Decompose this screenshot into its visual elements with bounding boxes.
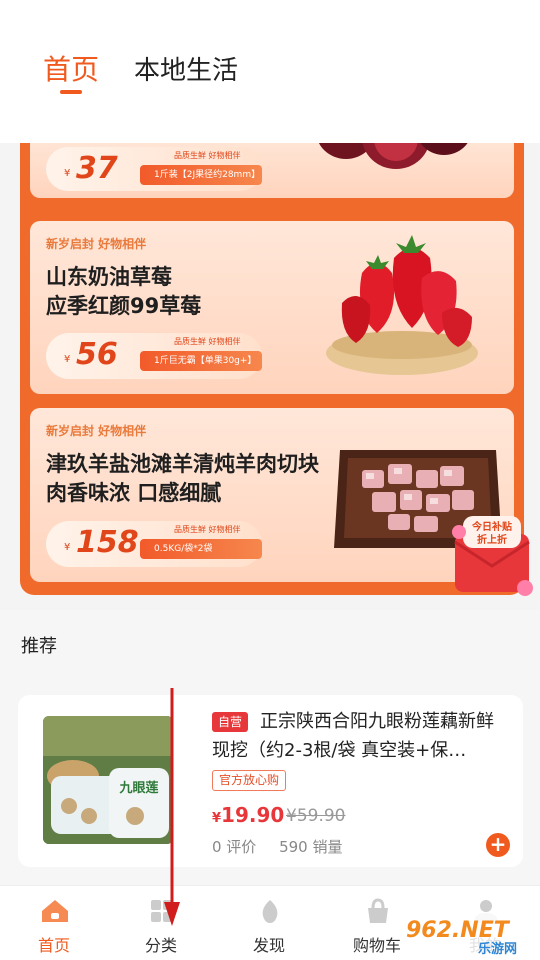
site-watermark: 962.NET 乐游网 (400, 913, 540, 957)
price-pill: ¥ 56 品质生鲜 好物相伴 1斤巨无霸【单果30g+】 (46, 333, 262, 379)
top-header: 首页 本地生活 (0, 0, 540, 143)
spec-label: 1斤装【2J果径约28mm】 (140, 165, 262, 185)
lotus-root-icon: 九眼莲 (43, 716, 173, 844)
product-stats: 0 评价 590 销量 (212, 836, 361, 857)
sticker-line2: 折上折 (477, 533, 507, 546)
quality-tag: 品质生鲜 好物相伴 (174, 525, 241, 534)
promo-title: 山东奶油草莓 应季红颜99草莓 (46, 263, 201, 321)
price-pill: ¥ 158 品质生鲜 好物相伴 0.5KG/袋*2袋 (46, 521, 262, 567)
promo-card-strawberry[interactable]: 新岁启封 好物相伴 山东奶油草莓 应季红颜99草莓 ¥ 56 品质生鲜 好物相伴… (30, 221, 514, 394)
promo-price: 37 (76, 151, 118, 186)
product-price: ¥19.90 (212, 803, 284, 827)
product-name[interactable]: 正宗陕西合阳九眼粉莲藕新鲜现挖（约2-3根/袋 真空装+保… (212, 707, 502, 765)
price-value: 19.90 (221, 803, 285, 827)
watermark-sub: 乐游网 (478, 941, 517, 957)
promo-price: 56 (76, 337, 118, 372)
thumb-label: 九眼莲 (118, 780, 158, 796)
pointer-arrow (164, 688, 180, 926)
tab-home[interactable]: 首页 (43, 48, 99, 94)
tab-local-life[interactable]: 本地生活 (134, 50, 238, 87)
nav-label: 分类 (144, 936, 177, 955)
promo-card-mutton[interactable]: 新岁启封 好物相伴 津玖羊盐池滩羊清炖羊肉切块 肉香味浓 口感细腻 ¥ 158 … (30, 408, 514, 582)
spec-label: 1斤巨无霸【单果30g+】 (140, 351, 262, 371)
self-operated-badge: 自营 (212, 712, 249, 732)
review-count: 0 评价 (212, 838, 257, 856)
spec-label: 0.5KG/袋*2袋 (140, 539, 262, 559)
quality-tag: 品质生鲜 好物相伴 (174, 151, 241, 160)
nav-label: 发现 (252, 936, 285, 955)
cart-icon (368, 898, 388, 923)
plum-icon (318, 143, 468, 169)
sales-count: 590 销量 (279, 838, 343, 856)
strawberry-icon (326, 235, 478, 375)
nav-discover[interactable]: 发现 (219, 886, 319, 960)
quality-tag: 品质生鲜 好物相伴 (174, 337, 241, 346)
product-card[interactable]: 九眼莲 正宗陕西合阳九眼粉莲藕新鲜现挖（约2-3根/袋 真空装+保… 自营 官方… (18, 695, 523, 867)
promo-price: 158 (76, 525, 139, 560)
original-price: ¥59.90 (286, 806, 346, 826)
promo-title-line1: 山东奶油草莓 (46, 265, 172, 289)
discover-icon (262, 900, 278, 923)
nav-label: 首页 (37, 936, 70, 955)
home-icon (42, 900, 68, 922)
promo-title: 津玖羊盐池滩羊清炖羊肉切块 肉香味浓 口感细腻 (46, 450, 319, 508)
watermark-text: 962.NET (406, 918, 511, 943)
currency-symbol: ¥ (212, 811, 222, 826)
add-to-cart-button[interactable]: + (486, 833, 510, 857)
product-thumbnail[interactable]: 九眼莲 (43, 716, 173, 844)
promo-title-line2: 应季红颜99草莓 (46, 294, 202, 318)
sticker-line1: 今日补贴 (471, 520, 512, 533)
price-pill: ¥ 37 品质生鲜 好物相伴 1斤装【2J果径约28mm】 (46, 147, 262, 191)
promo-title-line1: 津玖羊盐池滩羊清炖羊肉切块 (46, 452, 319, 476)
promo-slogan: 新岁启封 好物相伴 (46, 237, 147, 251)
currency-symbol: ¥ (64, 542, 71, 553)
promo-title-line2: 肉香味浓 口感细腻 (46, 481, 222, 505)
currency-symbol: ¥ (64, 354, 71, 365)
daily-subsidy-sticker[interactable]: 今日补贴 折上折 (447, 510, 537, 600)
promo-slogan: 新岁启封 好物相伴 (46, 424, 147, 438)
recommend-title: 推荐 (21, 636, 57, 657)
official-tag: 官方放心购 (212, 770, 287, 791)
nav-home[interactable]: 首页 (4, 886, 104, 960)
currency-symbol: ¥ (64, 168, 71, 179)
promo-card-plum[interactable]: ¥ 37 品质生鲜 好物相伴 1斤装【2J果径约28mm】 (30, 143, 514, 198)
